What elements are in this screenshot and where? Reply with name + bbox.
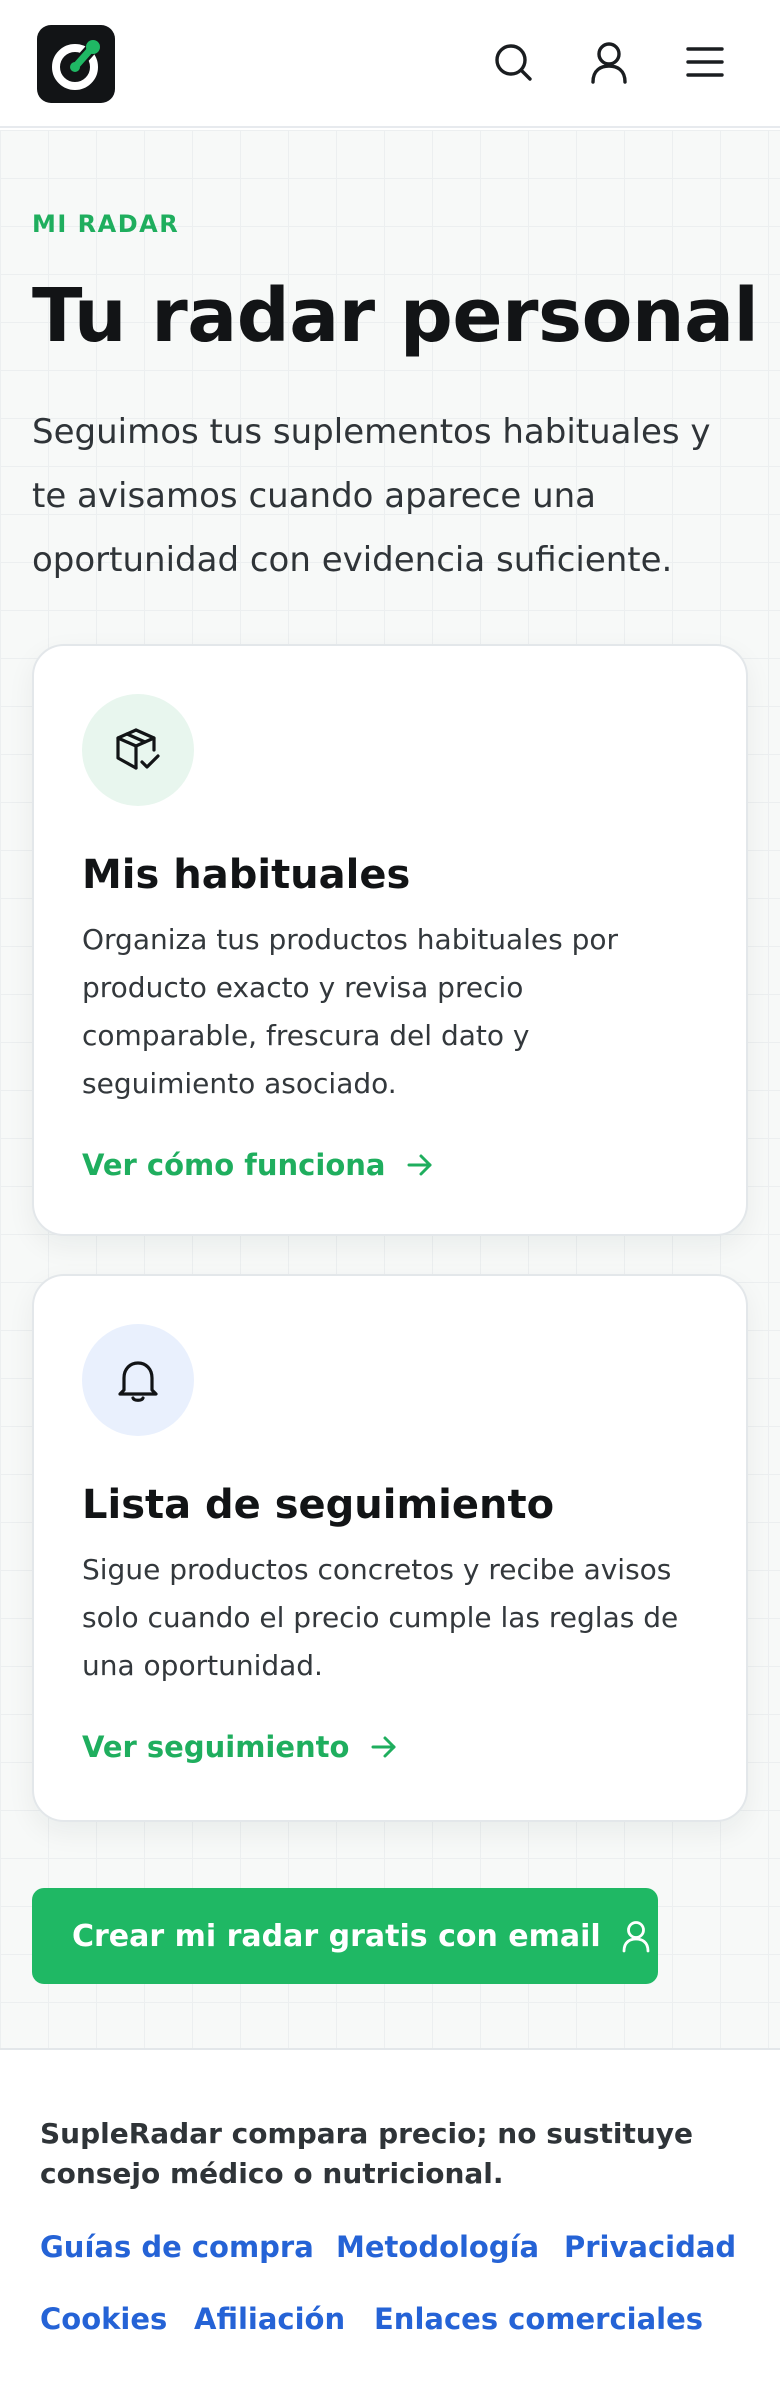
bell-icon: [118, 1361, 158, 1402]
site-footer: SupleRadar compara precio; no sustituye …: [0, 2048, 780, 2402]
page-title: Tu radar personal: [32, 273, 759, 359]
footer-link-afiliacion[interactable]: Afiliación: [194, 2302, 345, 2336]
hero-lead: Seguimos tus suplementos habituales y te…: [32, 412, 711, 580]
card-text: Organiza tus productos habituales por pr…: [82, 923, 619, 1100]
main-content: MI RADAR Tu radar personal Seguimos tus …: [0, 130, 780, 2048]
ver-seguimiento-link[interactable]: Ver seguimiento: [82, 1730, 399, 1764]
create-radar-button[interactable]: Crear mi radar gratis con email: [32, 1888, 658, 1984]
search-icon[interactable]: [491, 40, 535, 84]
ver-como-funciona-link[interactable]: Ver cómo funciona: [82, 1148, 435, 1182]
site-header: [0, 0, 780, 128]
menu-icon[interactable]: [683, 40, 727, 84]
supleradar-logo[interactable]: [37, 25, 115, 103]
card-text: Sigue productos concretos y recibe aviso…: [82, 1553, 679, 1682]
card-mis-habituales: Mis habituales Organiza tus productos ha…: [32, 644, 748, 1236]
card-title: Mis habituales: [82, 852, 411, 898]
card-lista-seguimiento: Lista de seguimiento Sigue productos con…: [32, 1274, 748, 1822]
card-icon-wrap: [82, 1324, 194, 1436]
card-title: Lista de seguimiento: [82, 1482, 555, 1528]
section-eyebrow: MI RADAR: [32, 210, 180, 238]
arrow-right-icon: [371, 1736, 396, 1758]
arrow-right-icon: [407, 1154, 432, 1176]
card-icon-wrap: [82, 694, 194, 806]
footer-link-metodologia[interactable]: Metodología: [336, 2230, 539, 2264]
link-label: Ver cómo funciona: [82, 1148, 386, 1182]
footer-link-enlaces-comerciales[interactable]: Enlaces comerciales: [374, 2302, 703, 2336]
logo-mark-icon: [52, 40, 100, 90]
footer-link-guias[interactable]: Guías de compra: [40, 2230, 314, 2264]
link-label: Ver seguimiento: [82, 1730, 350, 1764]
package-check-icon: [116, 728, 160, 770]
cta-label: Crear mi radar gratis con email: [72, 1918, 601, 1954]
footer-link-cookies[interactable]: Cookies: [40, 2302, 167, 2336]
footer-link-privacidad[interactable]: Privacidad: [564, 2230, 736, 2264]
user-icon: [622, 1921, 650, 1953]
footer-disclaimer: SupleRadar compara precio; no sustituye …: [40, 2117, 694, 2190]
user-icon[interactable]: [587, 40, 631, 84]
